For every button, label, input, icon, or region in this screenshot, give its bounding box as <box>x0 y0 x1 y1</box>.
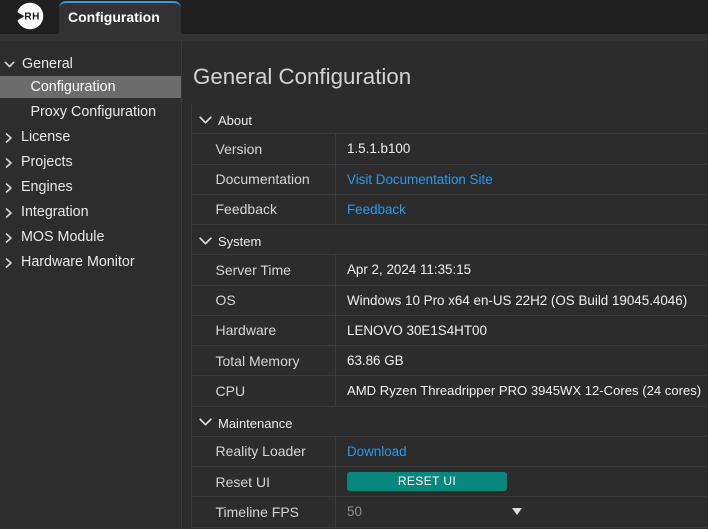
svg-text:RH: RH <box>24 11 39 22</box>
